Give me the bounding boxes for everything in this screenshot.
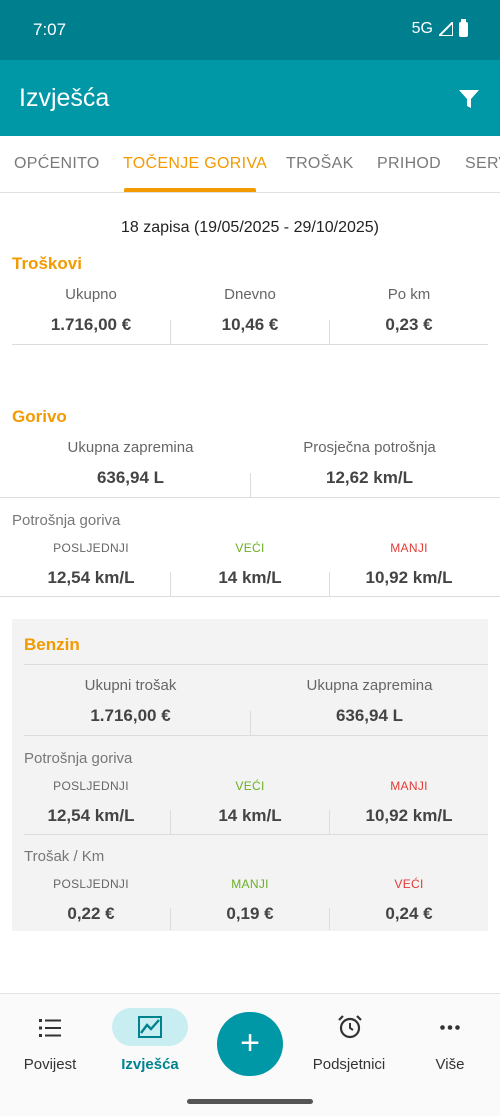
benzin-cost-km-last-value: 0,22 € (67, 904, 115, 923)
benzin-consumption-max-label: VEĆI (235, 779, 265, 793)
benzin-total-volume-value: 636,94 L (335, 706, 404, 725)
tab-income[interactable]: PRIHOD (377, 155, 441, 173)
benzin-consumption-last-label: POSLJEDNJI (53, 779, 129, 793)
benzin-cost-km-min-value: 0,19 € (226, 904, 274, 923)
tab-general[interactable]: OPĆENITO (14, 155, 100, 173)
fuel-consumption-min: MANJI 10,92 km/L (330, 541, 488, 588)
fuel-total-volume: Ukupna zapremina 636,94 L (12, 439, 249, 488)
divider (329, 572, 330, 596)
divider (24, 664, 488, 665)
benzin-consumption-min-value: 10,92 km/L (365, 806, 453, 825)
benzin-total-volume: Ukupna zapremina 636,94 L (251, 677, 488, 726)
status-bar: 7:07 5G (0, 0, 500, 60)
divider (170, 572, 171, 596)
list-icon[interactable] (39, 1018, 61, 1038)
divider (329, 320, 330, 344)
divider (12, 344, 488, 345)
divider (329, 908, 330, 930)
divider (329, 810, 330, 834)
divider (0, 497, 500, 498)
benzin-consumption-max: VEĆI 14 km/L (171, 779, 329, 826)
benzin-consumption-last: POSLJEDNJI 12,54 km/L (12, 779, 170, 826)
divider (0, 596, 500, 597)
benzin-title: Benzin (24, 635, 80, 654)
status-indicators: 5G (411, 18, 468, 38)
benzin-total-volume-label: Ukupna zapremina (306, 677, 433, 694)
divider (24, 834, 488, 835)
tab-expense[interactable]: TROŠAK (286, 155, 354, 173)
benzin-cost-km-min: MANJI 0,19 € (171, 877, 329, 924)
fuel-consumption-title: Potrošnja goriva (12, 512, 121, 529)
cost-total-label: Ukupno (65, 286, 117, 303)
chart-icon[interactable] (138, 1016, 162, 1038)
benzin-consumption-last-value: 12,54 km/L (47, 806, 135, 825)
cost-per-km: Po km 0,23 € (330, 286, 488, 335)
nav-reminders[interactable]: Podsjetnici (313, 1056, 386, 1073)
records-summary: 18 zapisa (19/05/2025 - 29/10/2025) (121, 219, 379, 236)
cost-total-value: 1.716,00 € (50, 315, 132, 334)
alarm-clock-icon[interactable] (337, 1014, 363, 1040)
divider (170, 908, 171, 930)
fuel-avg-consumption: Prosječna potrošnja 12,62 km/L (251, 439, 488, 488)
benzin-cost-km-last-label: POSLJEDNJI (53, 877, 129, 891)
benzin-total-cost-value: 1.716,00 € (90, 706, 171, 725)
fuel-consumption-min-value: 10,92 km/L (365, 568, 453, 587)
tab-service[interactable]: SERV (465, 155, 500, 173)
signal-icon (439, 22, 453, 36)
benzin-consumption-max-value: 14 km/L (218, 806, 282, 825)
benzin-cost-km-title: Trošak / Km (24, 848, 105, 865)
cost-per-km-value: 0,23 € (385, 315, 433, 334)
home-indicator[interactable] (187, 1099, 313, 1104)
benzin-total-cost: Ukupni trošak 1.716,00 € (12, 677, 249, 726)
divider (170, 810, 171, 834)
divider (250, 711, 251, 735)
fuel-total-volume-label: Ukupna zapremina (67, 439, 194, 456)
benzin-total-cost-label: Ukupni trošak (84, 677, 177, 694)
fuel-title: Gorivo (12, 407, 67, 426)
benzin-consumption-min: MANJI 10,92 km/L (330, 779, 488, 826)
tab-bar: OPĆENITO TOČENJE GORIVA TROŠAK PRIHOD SE… (0, 136, 500, 193)
fuel-consumption-max-label: VEĆI (235, 541, 265, 555)
benzin-cost-km-min-label: MANJI (231, 877, 269, 891)
battery-icon (459, 18, 468, 37)
page-title: Izvješća (19, 84, 110, 112)
more-icon[interactable] (440, 1025, 460, 1030)
tab-refueling[interactable]: TOČENJE GORIVA (123, 155, 267, 173)
benzin-cost-km-last: POSLJEDNJI 0,22 € (12, 877, 170, 924)
nav-history[interactable]: Povijest (24, 1056, 77, 1073)
active-tab-indicator (124, 188, 256, 192)
status-time: 7:07 (33, 20, 67, 39)
nav-reports[interactable]: Izvješća (121, 1056, 179, 1073)
fuel-total-volume-value: 636,94 L (96, 468, 165, 487)
filter-icon[interactable] (458, 88, 480, 110)
fuel-consumption-max-value: 14 km/L (218, 568, 282, 587)
divider (170, 320, 171, 344)
fuel-consumption-max: VEĆI 14 km/L (171, 541, 329, 588)
benzin-consumption-title: Potrošnja goriva (24, 750, 133, 767)
benzin-cost-km-max: VEĆI 0,24 € (330, 877, 488, 924)
fuel-consumption-last-value: 12,54 km/L (47, 568, 135, 587)
fuel-consumption-min-label: MANJI (390, 541, 428, 555)
divider (24, 735, 488, 736)
benzin-consumption-min-label: MANJI (390, 779, 428, 793)
app-bar: Izvješća (0, 60, 500, 136)
nav-more[interactable]: Više (436, 1056, 465, 1073)
network-label: 5G (411, 20, 433, 37)
fuel-consumption-last: POSLJEDNJI 12,54 km/L (12, 541, 170, 588)
cost-per-km-label: Po km (387, 286, 431, 303)
add-button[interactable]: + (217, 1012, 283, 1076)
benzin-cost-km-max-label: VEĆI (394, 877, 424, 891)
divider (250, 473, 251, 497)
fuel-avg-consumption-label: Prosječna potrošnja (303, 439, 436, 456)
costs-title: Troškovi (12, 254, 82, 273)
cost-daily: Dnevno 10,46 € (171, 286, 329, 335)
fuel-consumption-last-label: POSLJEDNJI (53, 541, 129, 555)
benzin-cost-km-max-value: 0,24 € (385, 904, 433, 923)
cost-total: Ukupno 1.716,00 € (12, 286, 170, 335)
cost-daily-value: 10,46 € (221, 315, 279, 334)
cost-daily-label: Dnevno (224, 286, 276, 303)
fuel-avg-consumption-value: 12,62 km/L (326, 468, 413, 487)
